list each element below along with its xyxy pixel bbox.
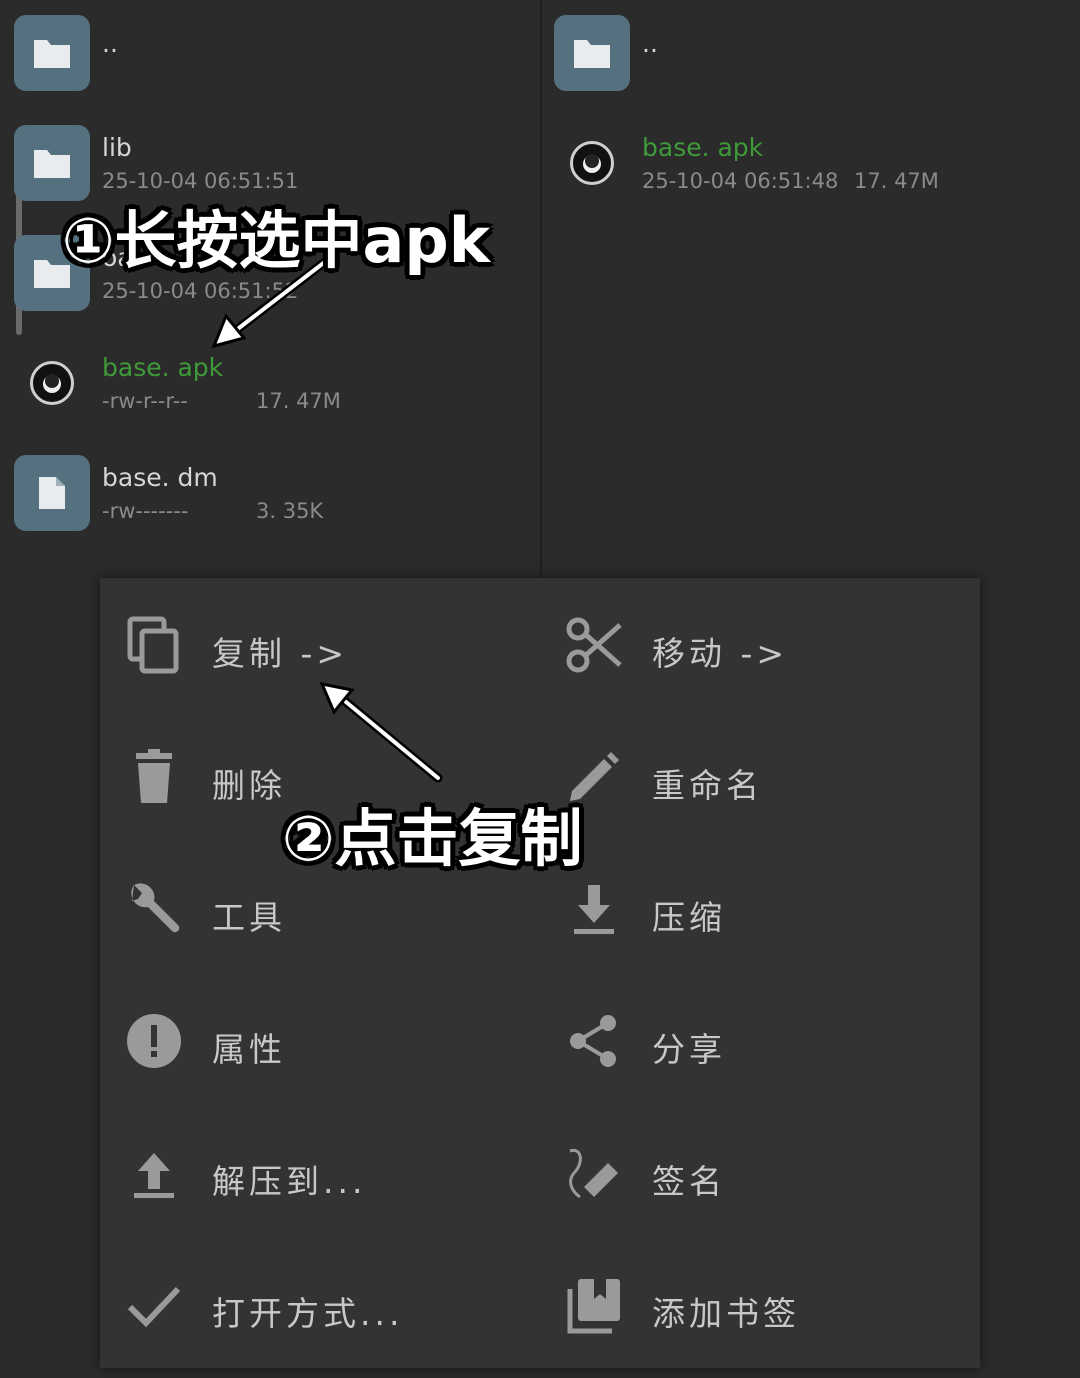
annotation-step1: ①长按选中apk	[62, 204, 490, 277]
annotation-step2: ②点击复制	[282, 802, 583, 875]
